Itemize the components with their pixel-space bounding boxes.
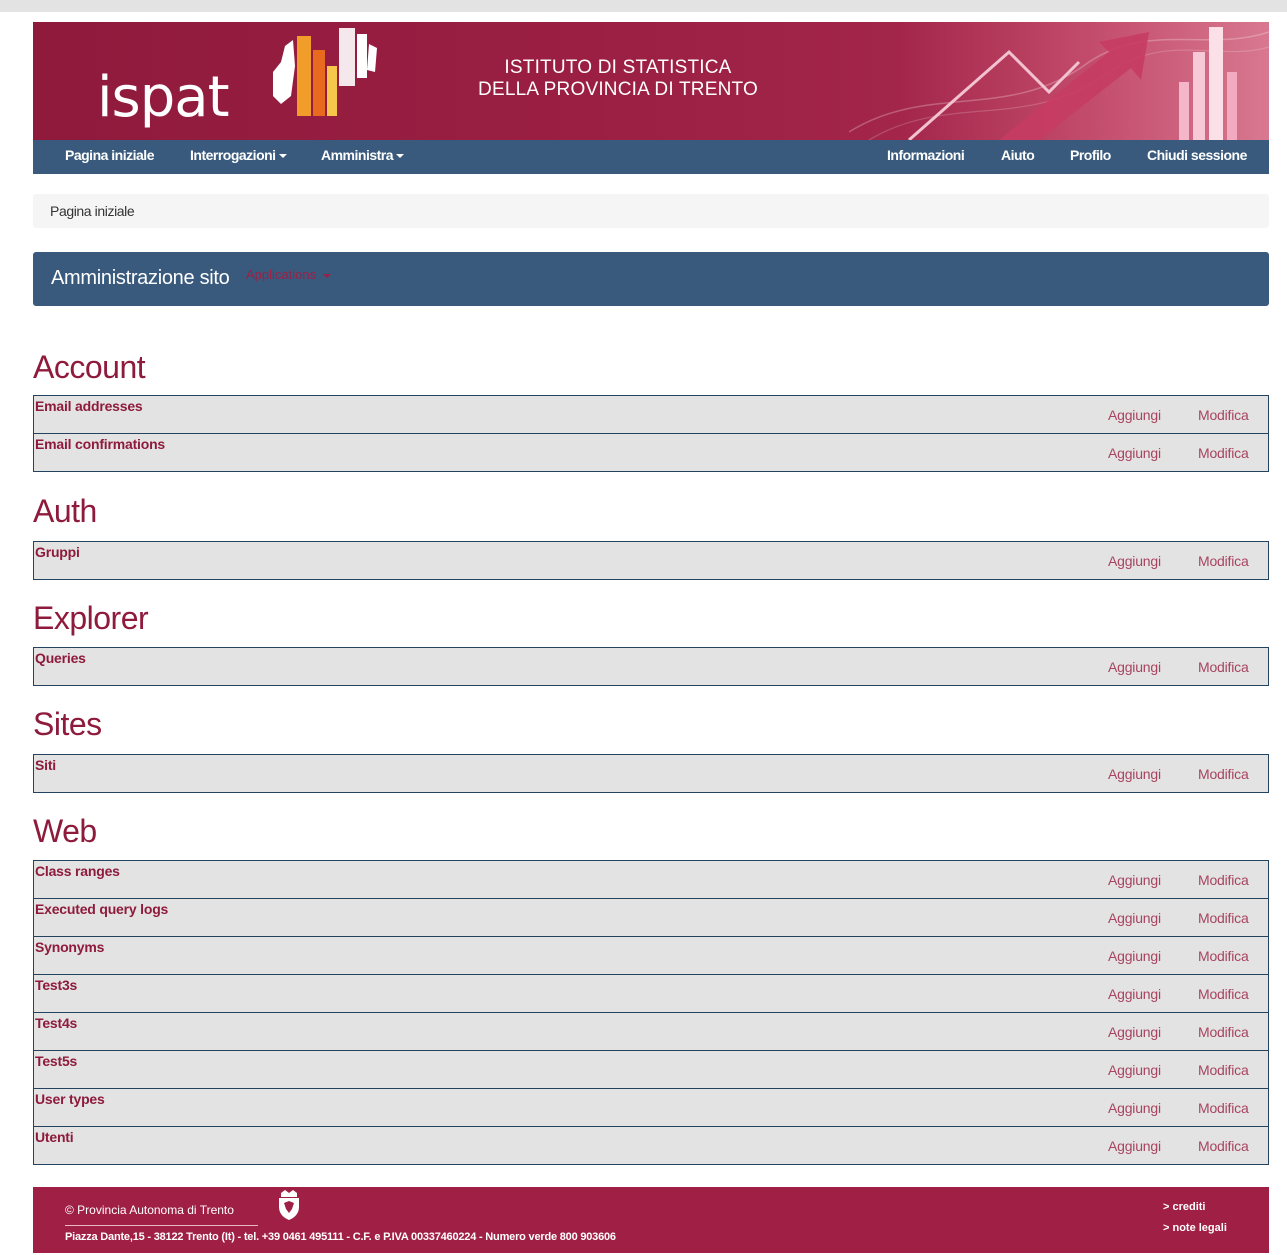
applications-label: Applications	[246, 267, 317, 282]
statistics-arrow-graphic	[849, 27, 1269, 140]
model-name-link[interactable]: Executed query logs	[35, 901, 168, 917]
model-name-link[interactable]: Gruppi	[35, 544, 80, 560]
model-row: Test4s Aggiungi Modifica	[33, 1012, 1269, 1051]
add-link[interactable]: Aggiungi	[1108, 1138, 1161, 1154]
breadcrumb: Pagina iniziale	[33, 194, 1269, 228]
admin-site-title: Amministrazione sito	[51, 267, 230, 289]
footer-copyright: © Provincia Autonoma di Trento	[65, 1203, 234, 1217]
institute-line-1: ISTITUTO DI STATISTICA	[504, 57, 732, 78]
add-link[interactable]: Aggiungi	[1108, 986, 1161, 1002]
nav-help[interactable]: Aiuto	[1001, 140, 1035, 174]
ispat-logo-text[interactable]: ispat	[97, 70, 230, 126]
model-row: Email confirmations Aggiungi Modifica	[33, 433, 1269, 472]
nav-queries-label: Interrogazioni	[190, 147, 276, 163]
footer-legal-link[interactable]: > note legali	[1163, 1222, 1227, 1234]
footer-divider	[65, 1225, 258, 1226]
add-link[interactable]: Aggiungi	[1108, 659, 1161, 675]
site-banner: ispat ISTITUTO DI STATISTICA DELLA PROVI…	[33, 22, 1269, 140]
add-link[interactable]: Aggiungi	[1108, 553, 1161, 569]
model-row: User types Aggiungi Modifica	[33, 1088, 1269, 1127]
section-title-account: Account	[33, 349, 146, 385]
model-row: Utenti Aggiungi Modifica	[33, 1126, 1269, 1165]
edit-link[interactable]: Modifica	[1198, 910, 1249, 926]
edit-link[interactable]: Modifica	[1198, 407, 1249, 423]
breadcrumb-home[interactable]: Pagina iniziale	[50, 203, 135, 219]
model-name-link[interactable]: Siti	[35, 757, 56, 773]
add-link[interactable]: Aggiungi	[1108, 910, 1161, 926]
footer-address: Piazza Dante,15 - 38122 Trento (It) - te…	[65, 1231, 616, 1243]
nav-profile[interactable]: Profilo	[1070, 140, 1111, 174]
section-title-auth: Auth	[33, 493, 97, 529]
edit-link[interactable]: Modifica	[1198, 948, 1249, 964]
add-link[interactable]: Aggiungi	[1108, 1100, 1161, 1116]
model-name-link[interactable]: Queries	[35, 650, 86, 666]
model-row: Email addresses Aggiungi Modifica	[33, 395, 1269, 434]
admin-header-panel: Amministrazione sito Applications	[33, 252, 1269, 306]
trento-crest-icon	[279, 1190, 299, 1220]
add-link[interactable]: Aggiungi	[1108, 445, 1161, 461]
caret-down-icon	[322, 273, 331, 278]
edit-link[interactable]: Modifica	[1198, 1138, 1249, 1154]
model-name-link[interactable]: Utenti	[35, 1129, 74, 1145]
model-name-link[interactable]: User types	[35, 1091, 105, 1107]
add-link[interactable]: Aggiungi	[1108, 1024, 1161, 1040]
edit-link[interactable]: Modifica	[1198, 1062, 1249, 1078]
footer-credits-link[interactable]: > crediti	[1163, 1201, 1206, 1213]
browser-top-strip	[0, 0, 1287, 12]
ispat-logo-bars-icon	[273, 28, 377, 116]
model-row: Gruppi Aggiungi Modifica	[33, 541, 1269, 580]
institute-line-2: DELLA PROVINCIA DI TRENTO	[478, 79, 758, 100]
add-link[interactable]: Aggiungi	[1108, 1062, 1161, 1078]
edit-link[interactable]: Modifica	[1198, 872, 1249, 888]
model-name-link[interactable]: Test3s	[35, 977, 77, 993]
model-name-link[interactable]: Test5s	[35, 1053, 77, 1069]
model-row: Queries Aggiungi Modifica	[33, 647, 1269, 686]
section-title-sites: Sites	[33, 706, 102, 742]
nav-info[interactable]: Informazioni	[887, 140, 965, 174]
nav-admin-dropdown[interactable]: Amministra	[321, 140, 405, 174]
model-row: Siti Aggiungi Modifica	[33, 754, 1269, 793]
model-name-link[interactable]: Synonyms	[35, 939, 104, 955]
edit-link[interactable]: Modifica	[1198, 659, 1249, 675]
edit-link[interactable]: Modifica	[1198, 445, 1249, 461]
edit-link[interactable]: Modifica	[1198, 1100, 1249, 1116]
nav-logout[interactable]: Chiudi sessione	[1147, 140, 1247, 174]
institute-name: ISTITUTO DI STATISTICA DELLA PROVINCIA D…	[463, 57, 773, 101]
model-name-link[interactable]: Test4s	[35, 1015, 77, 1031]
nav-admin-label: Amministra	[321, 147, 394, 163]
edit-link[interactable]: Modifica	[1198, 986, 1249, 1002]
add-link[interactable]: Aggiungi	[1108, 766, 1161, 782]
model-row: Test5s Aggiungi Modifica	[33, 1050, 1269, 1089]
model-name-link[interactable]: Email confirmations	[35, 436, 165, 452]
model-row: Synonyms Aggiungi Modifica	[33, 936, 1269, 975]
model-row: Test3s Aggiungi Modifica	[33, 974, 1269, 1013]
model-row: Class ranges Aggiungi Modifica	[33, 860, 1269, 899]
edit-link[interactable]: Modifica	[1198, 1024, 1249, 1040]
add-link[interactable]: Aggiungi	[1108, 948, 1161, 964]
site-footer: © Provincia Autonoma di Trento Piazza Da…	[33, 1187, 1269, 1253]
model-row: Executed query logs Aggiungi Modifica	[33, 898, 1269, 937]
caret-down-icon	[396, 154, 405, 159]
add-link[interactable]: Aggiungi	[1108, 872, 1161, 888]
add-link[interactable]: Aggiungi	[1108, 407, 1161, 423]
edit-link[interactable]: Modifica	[1198, 766, 1249, 782]
section-title-explorer: Explorer	[33, 600, 149, 636]
nav-queries-dropdown[interactable]: Interrogazioni	[190, 140, 287, 174]
main-navbar: Pagina iniziale Interrogazioni Amministr…	[33, 140, 1269, 174]
applications-dropdown[interactable]: Applications	[246, 267, 331, 282]
section-title-web: Web	[33, 813, 97, 849]
model-name-link[interactable]: Email addresses	[35, 398, 143, 414]
caret-down-icon	[278, 154, 287, 159]
edit-link[interactable]: Modifica	[1198, 553, 1249, 569]
nav-home[interactable]: Pagina iniziale	[65, 140, 154, 174]
model-name-link[interactable]: Class ranges	[35, 863, 120, 879]
